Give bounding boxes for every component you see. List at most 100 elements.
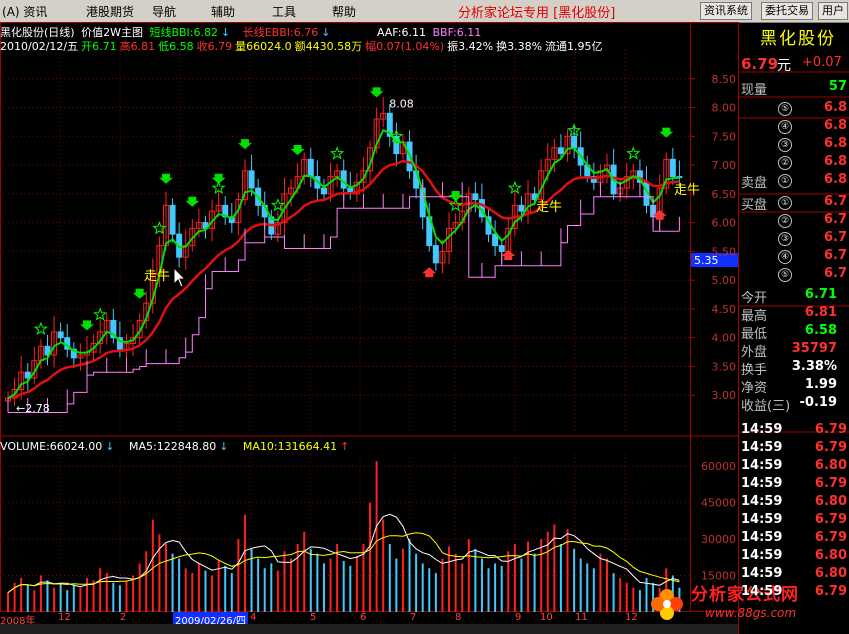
stat-row: 最高 6.81 [740,305,849,324]
tick-time: 14:59 [741,422,783,437]
sell-level: 卖盘 ① 6.8 [740,172,849,191]
buy-arrow-icon [79,320,94,331]
tick-row: 14:59 6.79 [740,476,849,494]
stat-label: 最低 [741,327,768,342]
date-axis-label: 10 [540,612,553,623]
menu-item-info[interactable]: (A) 资讯 [2,3,47,20]
stat-row: 外盘 35797 [740,341,849,360]
date-axis-label: 12 [625,612,638,623]
volume-value: VOLUME:66024.00 [0,440,103,453]
tick-row: 14:59 6.80 [740,566,849,584]
quote-close: 收6.79 [196,40,233,53]
tick-time: 14:59 [741,530,783,545]
stat-label: 净资 [741,381,768,396]
candle-body [571,135,578,149]
user-button[interactable]: 用户 [818,2,848,20]
candle-body [320,187,327,195]
tick-time: 14:59 [741,584,783,599]
sell-level: ④ 6.8 [740,118,849,136]
stat-row: 换手 3.38% [740,359,849,378]
level-index: ⑤ [778,268,792,282]
volume-header: VOLUME:66024.00 ↓ MA5:122848.80 ↓ MA10:131… [0,440,350,453]
level-price: 6.7 [823,248,847,263]
y-tick-label: 30000 [701,533,736,546]
level-price: 6.8 [823,100,847,115]
buy-level: ④ 6.7 [740,248,849,266]
date-axis-label: 6 [360,612,367,623]
bull-label: 走牛 [144,269,170,284]
tick-time: 14:59 [741,566,783,581]
y-tick-label: 3.00 [712,389,737,402]
stat-label: 今开 [741,291,768,306]
star-signal-icon [330,146,345,160]
buy-level: ② 6.7 [740,212,849,230]
panel-stock-title: 黑化股份 [760,29,836,49]
level-index: ③ [778,138,792,152]
level-index: ③ [778,232,792,246]
menu-item-navigate[interactable]: 导航 [152,3,176,20]
info-system-button[interactable]: 资讯系统 [700,2,752,20]
level-index: ① [778,196,792,210]
quote-open: 开6.71 [81,40,117,53]
level-price: 6.8 [823,154,847,169]
stat-value: 6.58 [804,323,837,338]
level-price: 6.7 [823,212,847,227]
stat-row: 净资 1.99 [740,377,849,396]
panel-price-unit: 元 [777,58,791,74]
tick-row: 14:59 6.79 [740,422,849,440]
tick-time: 14:59 [741,512,783,527]
volume-series [7,461,681,612]
quote-low: 低6.58 [158,40,194,53]
stat-row: 收益(三) -0.19 [740,395,849,414]
level-index: ④ [778,250,792,264]
date-axis: 2008年12234567891011122009/02/26/四 [0,612,738,627]
trade-button[interactable]: 委托交易 [761,2,813,20]
tick-row: 14:59 6.80 [740,494,849,512]
watermark-url: www.88gs.com [705,606,797,620]
level-label: 卖盘 [741,176,768,191]
quote-float: 流通1.95亿 [545,40,603,53]
buy-level: ③ 6.7 [740,230,849,248]
menu-item-hk-futures[interactable]: 港股期货 [86,3,134,20]
tick-row: 14:59 6.79 [740,530,849,548]
tick-row: 14:59 6.80 [740,548,849,566]
buy-arrow-icon [132,288,147,299]
buy-arrow-icon [185,196,200,207]
y-tick-label: 60000 [701,460,736,473]
bull-label: 走牛 [674,183,700,198]
candle-body [472,193,479,201]
y-tick-label: 6.00 [712,217,737,230]
candle-body [24,371,31,379]
star-signal-icon [33,321,48,336]
panel-price-row: 6.79 元 +0.07 [740,55,849,74]
level-price: 6.7 [823,266,847,281]
star-signal-icon [92,307,108,321]
buy-arrow-icon [158,173,173,184]
menu-item-tools[interactable]: 工具 [272,3,296,20]
quote-change: 幅0.07(1.04%) [365,40,445,53]
buy-arrow-icon [369,87,384,98]
tick-price: 6.80 [814,548,847,563]
sell-level: ② 6.8 [740,154,849,172]
date-axis-label: 12 [58,612,71,623]
bottom-tabbar [0,624,738,634]
stat-label: 换手 [741,363,768,378]
flower-logo-icon [651,589,683,620]
date-axis-label: 2 [120,612,127,623]
candle-body [340,170,347,189]
tick-time: 14:59 [741,494,783,509]
candle-body [169,204,176,235]
level-price: 6.7 [823,230,847,245]
date-axis-label: 5 [310,612,317,623]
y-tick-label: 7.50 [712,130,737,143]
buy-arrow-icon [659,127,674,138]
menu-item-assist[interactable]: 辅助 [211,3,235,20]
tick-price: 6.79 [814,530,847,545]
panel-price-change: +0.07 [802,55,842,70]
menu-item-help[interactable]: 帮助 [332,3,356,20]
tick-price: 6.79 [814,440,847,455]
kline-chart[interactable]: 8.08←2.78走牛走牛走牛5.35 3.003.504.004.505.00… [0,22,849,634]
y-tick-label: 45000 [701,497,736,510]
y-tick-label: 5.00 [712,274,737,287]
y-tick-label: 6.50 [712,188,737,201]
